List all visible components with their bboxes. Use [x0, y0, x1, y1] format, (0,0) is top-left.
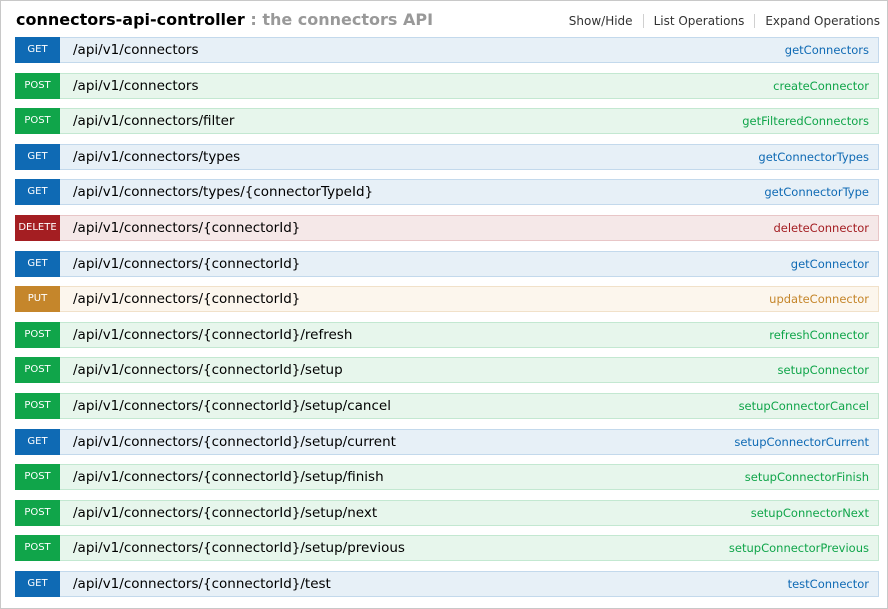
- http-method-badge[interactable]: DELETE: [15, 214, 60, 241]
- operation-path[interactable]: /api/v1/connectors/types: [73, 145, 240, 169]
- operation-path[interactable]: /api/v1/connectors/{connectorId}/setup/n…: [73, 501, 377, 525]
- operation-id-link[interactable]: getConnector: [791, 252, 869, 276]
- show-hide-link[interactable]: Show/Hide: [559, 14, 643, 28]
- operation-row[interactable]: POST/api/v1/connectors/{connectorId}/set…: [15, 357, 879, 384]
- http-method-badge[interactable]: GET: [15, 37, 60, 63]
- operation-row[interactable]: GET/api/v1/connectors/{connectorId} getCo…: [15, 250, 879, 277]
- http-method-badge[interactable]: GET: [15, 570, 60, 597]
- operation-id-link[interactable]: deleteConnector: [773, 216, 869, 240]
- operation-id-link[interactable]: getConnectorTypes: [758, 145, 869, 169]
- operation-path[interactable]: /api/v1/connectors/{connectorId}/setup/p…: [73, 536, 405, 560]
- operation-id-link[interactable]: getFilteredConnectors: [742, 109, 869, 133]
- operation-row[interactable]: POST/api/v1/connectors/{connectorId}/set…: [15, 464, 879, 491]
- operation-path[interactable]: /api/v1/connectors/{connectorId}/setup/c…: [73, 430, 396, 454]
- controller-name[interactable]: connectors-api-controller: [16, 10, 245, 29]
- operation-path[interactable]: /api/v1/connectors/{connectorId}/setup/c…: [73, 394, 391, 418]
- api-controller-panel: connectors-api-controller : the connecto…: [0, 0, 888, 609]
- http-method-badge[interactable]: POST: [15, 108, 60, 135]
- operation-row[interactable]: POST/api/v1/connectors/{connectorId}/set…: [15, 535, 879, 562]
- operation-id-link[interactable]: getConnectors: [785, 38, 869, 62]
- operation-id-link[interactable]: setupConnectorCancel: [739, 394, 869, 418]
- http-method-badge[interactable]: POST: [15, 72, 60, 99]
- http-method-badge[interactable]: GET: [15, 428, 60, 455]
- http-method-badge[interactable]: POST: [15, 392, 60, 419]
- header-links: Show/Hide List Operations Expand Operati…: [559, 14, 880, 28]
- operation-path[interactable]: /api/v1/connectors/filter: [73, 109, 234, 133]
- http-method-badge[interactable]: POST: [15, 499, 60, 526]
- operation-id-link[interactable]: setupConnectorCurrent: [734, 430, 869, 454]
- operation-path[interactable]: /api/v1/connectors/{connectorId}/refresh: [73, 323, 352, 347]
- operation-id-link[interactable]: refreshConnector: [769, 323, 869, 347]
- operation-row[interactable]: POST/api/v1/connectors/{connectorId}/set…: [15, 499, 879, 526]
- operation-id-link[interactable]: updateConnector: [769, 287, 869, 311]
- operation-path[interactable]: /api/v1/connectors/{connectorId}: [73, 252, 300, 276]
- http-method-badge[interactable]: GET: [15, 143, 60, 170]
- operation-row[interactable]: GET/api/v1/connectors/types getConnectorT…: [15, 143, 879, 170]
- operation-path[interactable]: /api/v1/connectors/{connectorId}: [73, 287, 300, 311]
- operations-list: GET/api/v1/connectors getConnectors POST/a…: [15, 37, 879, 607]
- operation-row[interactable]: POST/api/v1/connectors/{connectorId}/ref…: [15, 321, 879, 348]
- list-operations-link[interactable]: List Operations: [642, 14, 755, 28]
- operation-path[interactable]: /api/v1/connectors: [73, 38, 198, 62]
- operation-path[interactable]: /api/v1/connectors/{connectorId}/setup/f…: [73, 465, 384, 489]
- controller-header: connectors-api-controller : the connecto…: [14, 7, 880, 33]
- operation-path[interactable]: /api/v1/connectors: [73, 74, 198, 98]
- operation-path[interactable]: /api/v1/connectors/types/{connectorTypeI…: [73, 180, 373, 204]
- operation-id-link[interactable]: setupConnectorFinish: [745, 465, 869, 489]
- http-method-badge[interactable]: POST: [15, 464, 60, 491]
- operation-id-link[interactable]: setupConnectorNext: [751, 501, 869, 525]
- operation-row[interactable]: GET/api/v1/connectors/{connectorId}/setu…: [15, 428, 879, 455]
- operation-id-link[interactable]: getConnectorType: [764, 180, 869, 204]
- operation-row[interactable]: PUT/api/v1/connectors/{connectorId} updat…: [15, 286, 879, 313]
- operation-row[interactable]: GET/api/v1/connectors/{connectorId}/test…: [15, 570, 879, 597]
- controller-description: : the connectors API: [244, 10, 434, 29]
- operation-path[interactable]: /api/v1/connectors/{connectorId}/test: [73, 572, 331, 596]
- operation-row[interactable]: POST/api/v1/connectors/{connectorId}/set…: [15, 392, 879, 419]
- operation-id-link[interactable]: createConnector: [773, 74, 869, 98]
- http-method-badge[interactable]: PUT: [15, 286, 60, 313]
- operation-path[interactable]: /api/v1/connectors/{connectorId}: [73, 216, 300, 240]
- operation-row[interactable]: DELETE/api/v1/connectors/{connectorId} de…: [15, 214, 879, 241]
- http-method-badge[interactable]: GET: [15, 179, 60, 206]
- operation-id-link[interactable]: testConnector: [788, 572, 869, 596]
- http-method-badge[interactable]: POST: [15, 321, 60, 348]
- operation-id-link[interactable]: setupConnector: [778, 358, 869, 382]
- http-method-badge[interactable]: GET: [15, 250, 60, 277]
- http-method-badge[interactable]: POST: [15, 357, 60, 384]
- operation-row[interactable]: POST/api/v1/connectors createConnector: [15, 72, 879, 99]
- operation-id-link[interactable]: setupConnectorPrevious: [729, 536, 869, 560]
- operation-row[interactable]: GET/api/v1/connectors/types/{connectorTy…: [15, 179, 879, 206]
- operation-row[interactable]: GET/api/v1/connectors getConnectors: [15, 37, 879, 63]
- operation-row[interactable]: POST/api/v1/connectors/filter getFiltered…: [15, 108, 879, 135]
- http-method-badge[interactable]: POST: [15, 535, 60, 562]
- controller-title[interactable]: connectors-api-controller : the connecto…: [16, 10, 433, 29]
- expand-operations-link[interactable]: Expand Operations: [754, 14, 880, 28]
- operation-path[interactable]: /api/v1/connectors/{connectorId}/setup: [73, 358, 343, 382]
